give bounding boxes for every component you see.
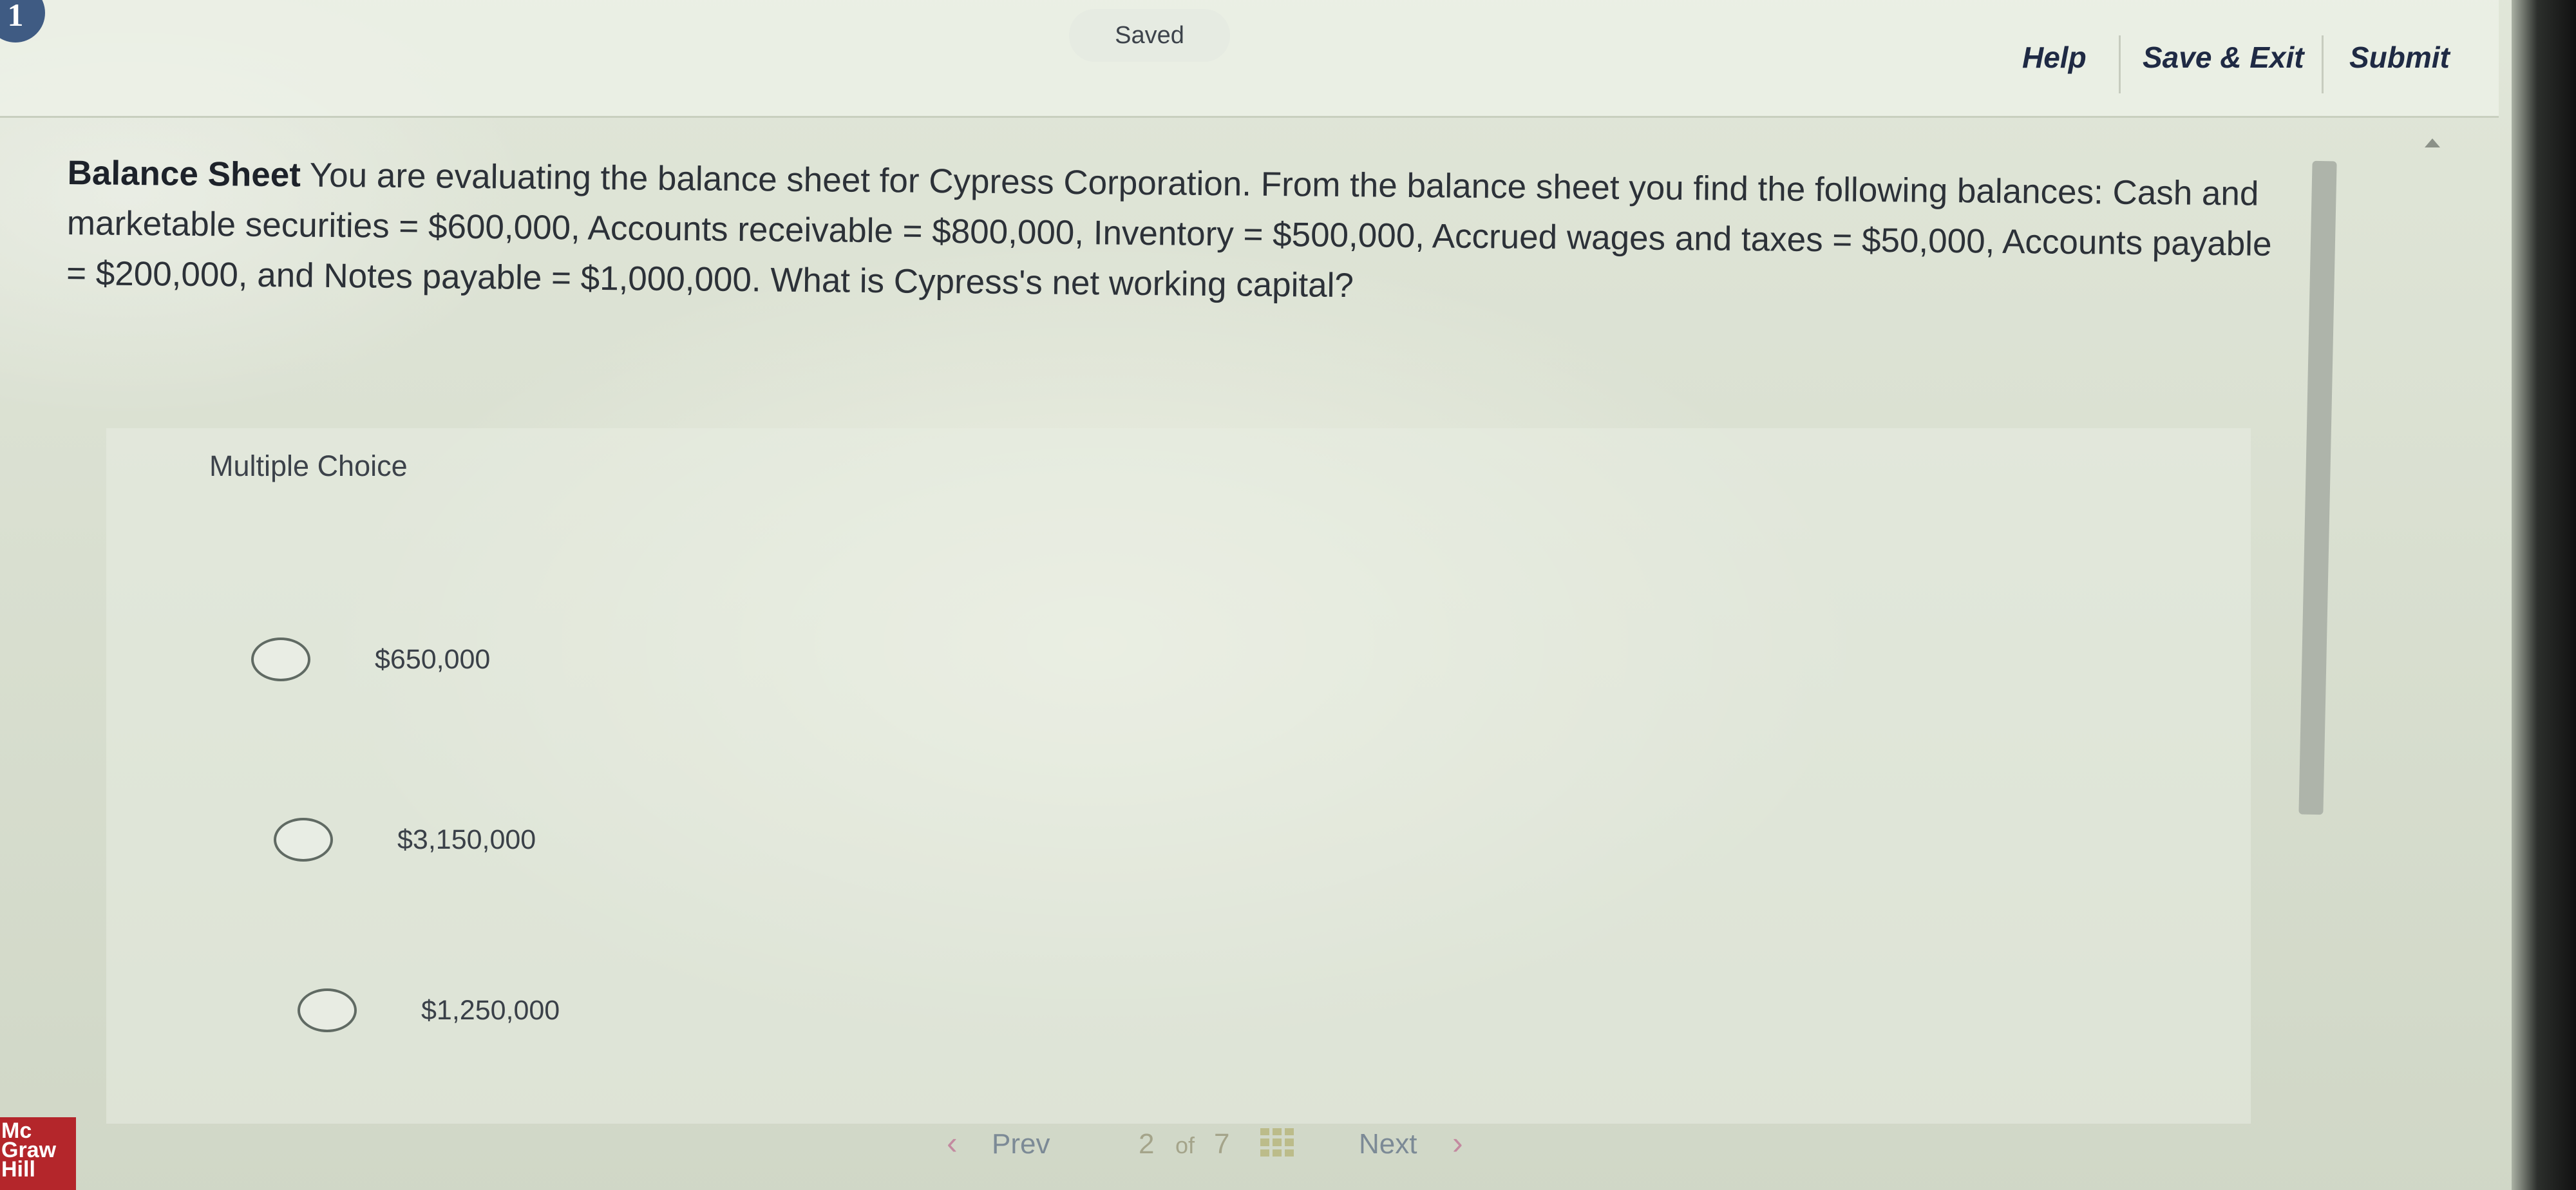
submit-button[interactable]: Submit (2349, 40, 2450, 75)
chevron-right-icon[interactable]: › (1452, 1124, 1463, 1162)
grid-icon[interactable] (1260, 1128, 1294, 1157)
save-exit-button[interactable]: Save & Exit (2143, 40, 2304, 75)
divider (2322, 35, 2324, 93)
page-current: 2 (1139, 1128, 1155, 1160)
choice-label: $1,250,000 (421, 994, 560, 1026)
page-total: 7 (1214, 1128, 1230, 1160)
choice-option[interactable]: $1,250,000 (298, 988, 560, 1032)
page-of-label: of (1175, 1132, 1195, 1158)
question-body: You are evaluating the balance sheet for… (66, 156, 2272, 305)
scrollbar-thumb[interactable] (2298, 160, 2337, 815)
radio-button[interactable] (274, 818, 333, 862)
next-button[interactable]: Next (1359, 1128, 1417, 1160)
choice-label: $3,150,000 (397, 824, 536, 855)
mcgraw-hill-logo: Mc Graw Hill (0, 1117, 76, 1190)
question-text: Balance Sheet You are evaluating the bal… (66, 148, 2296, 320)
question-number-badge[interactable]: 1 (0, 0, 45, 42)
prev-button[interactable]: Prev (992, 1128, 1050, 1160)
scroll-up-arrow-icon[interactable] (2425, 138, 2440, 147)
choice-option[interactable]: $650,000 (251, 638, 490, 681)
radio-button[interactable] (251, 638, 310, 681)
help-button[interactable]: Help (2022, 40, 2087, 75)
choice-label: $650,000 (375, 643, 491, 675)
question-title: Balance Sheet (67, 153, 301, 194)
monitor-bezel (2512, 0, 2576, 1190)
divider (2119, 35, 2121, 93)
chevron-left-icon[interactable]: ‹ (947, 1124, 958, 1162)
choice-option[interactable]: $3,150,000 (274, 818, 536, 862)
footer-bar (0, 1095, 2512, 1190)
multiple-choice-label: Multiple Choice (209, 449, 408, 482)
saved-status-badge: Saved (1069, 9, 1230, 62)
logo-line: Hill (1, 1157, 35, 1182)
radio-button[interactable] (298, 988, 357, 1032)
top-bar: 1 Saved Help Save & Exit Submit (0, 0, 2499, 118)
